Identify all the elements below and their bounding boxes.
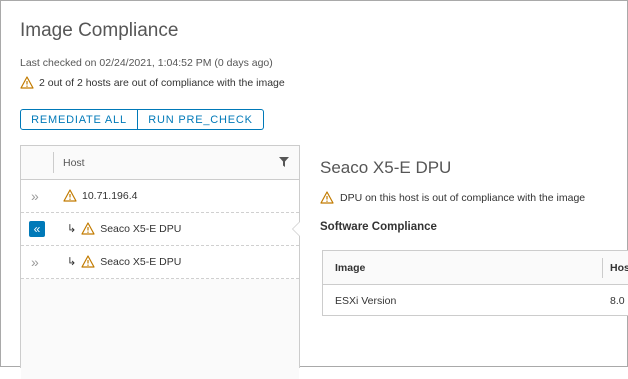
section-title: Software Compliance [320, 221, 437, 233]
row-cell: ↳ Seaco X5-E DPU [67, 222, 181, 235]
grid-empty-area [21, 279, 299, 379]
grid-header: Host [21, 146, 299, 180]
detail-warning: DPU on this host is out of compliance wi… [320, 191, 585, 204]
double-chevron-right-icon[interactable]: » [31, 255, 39, 269]
action-button-group: REMEDIATE ALL RUN PRE_CHECK [20, 109, 264, 130]
child-arrow-icon: ↳ [67, 256, 77, 268]
warning-icon [81, 255, 95, 268]
host-grid: Host » 10.71.196.4 « ↳ Seaco X5-E DPU » … [20, 145, 300, 379]
table-row-selected[interactable]: « ↳ Seaco X5-E DPU [21, 213, 300, 246]
last-checked-text: Last checked on 02/24/2021, 1:04:52 PM (… [20, 57, 273, 69]
double-chevron-right-icon[interactable]: » [31, 189, 39, 203]
table-cell: 8.0 [610, 295, 625, 307]
table-row: ESXi Version 8.0 [323, 285, 628, 317]
detail-title: Seaco X5-E DPU [320, 158, 452, 177]
dpu-label: Seaco X5-E DPU [100, 255, 182, 268]
software-compliance-table: Image Hos ESXi Version 8.0 [322, 250, 628, 316]
run-pre-check-button[interactable]: RUN PRE_CHECK [138, 109, 264, 130]
column-header-host[interactable]: Hos [610, 262, 628, 274]
warning-icon [81, 222, 95, 235]
filter-icon[interactable] [279, 157, 289, 167]
host-label: 10.71.196.4 [82, 189, 138, 202]
compliance-summary: 2 out of 2 hosts are out of compliance w… [20, 76, 285, 89]
remediate-all-button[interactable]: REMEDIATE ALL [20, 109, 138, 130]
double-chevron-left-icon[interactable]: « [29, 221, 45, 237]
summary-text: 2 out of 2 hosts are out of compliance w… [39, 76, 285, 89]
page-title: Image Compliance [20, 20, 179, 41]
column-header-image[interactable]: Image [335, 262, 365, 274]
dpu-label: Seaco X5-E DPU [100, 222, 182, 235]
warning-icon [63, 189, 77, 202]
column-separator [602, 258, 603, 278]
table-cell: ESXi Version [335, 295, 397, 307]
row-cell: ↳ Seaco X5-E DPU [67, 255, 181, 268]
column-separator [53, 152, 54, 173]
table-row[interactable]: » ↳ Seaco X5-E DPU [21, 246, 299, 279]
image-compliance-panel: Image Compliance Last checked on 02/24/2… [0, 0, 628, 379]
child-arrow-icon: ↳ [67, 223, 77, 235]
warning-icon [20, 76, 34, 89]
selection-notch-inner [293, 222, 300, 236]
detail-warning-text: DPU on this host is out of compliance wi… [340, 191, 586, 204]
host-column-header[interactable]: Host [63, 157, 85, 169]
warning-icon [320, 191, 334, 204]
row-cell: 10.71.196.4 [63, 189, 137, 202]
table-row[interactable]: » 10.71.196.4 [21, 180, 299, 213]
table-header: Image Hos [323, 251, 628, 285]
